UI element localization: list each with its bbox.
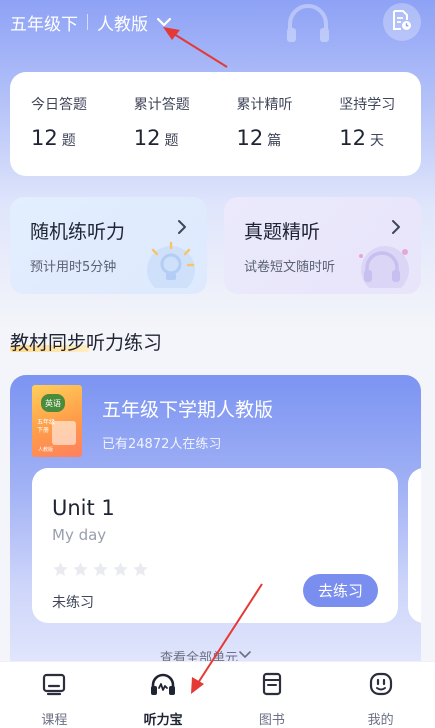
star-icon — [133, 562, 148, 576]
tab-courses[interactable]: 课程 — [0, 662, 109, 728]
stat-value: 12 — [31, 126, 58, 150]
stat-unit: 天 — [369, 133, 384, 149]
stat-value: 12 — [339, 126, 366, 150]
stat-unit: 题 — [61, 133, 76, 149]
tab-label: 我的 — [367, 713, 394, 728]
tab-books[interactable]: 图书 — [218, 662, 327, 728]
stat-label: 累计答题 — [133, 97, 190, 113]
stat-total-listening: 累计精听 12 篇 — [216, 94, 319, 176]
book-cover-shape — [52, 421, 76, 445]
tab-listening[interactable]: 听力宝 — [109, 662, 218, 728]
unit-card[interactable]: Unit 1 My day 未练习 去练习 — [32, 468, 398, 623]
unit-subtitle: My day — [52, 526, 107, 544]
course-learner-count: 已有24872人在练习 — [102, 437, 222, 452]
real-exam-listening-card[interactable]: 真题精听 试卷短文随时听 — [224, 197, 421, 294]
start-practice-button[interactable]: 去练习 — [303, 574, 378, 607]
star-icon — [113, 562, 128, 576]
section-title: 教材同步听力练习 — [10, 332, 163, 354]
unit-status: 未练习 — [52, 595, 94, 611]
star-icon — [73, 562, 88, 576]
tab-me[interactable]: 我的 — [326, 662, 435, 728]
tab-label: 课程 — [41, 713, 68, 728]
course-title: 五年级下学期人教版 — [102, 399, 274, 421]
stat-value: 12 — [236, 126, 264, 150]
lightbulb-icon — [137, 238, 199, 294]
headphones-icon — [351, 238, 413, 294]
stat-label: 累计精听 — [236, 97, 293, 113]
stat-unit: 篇 — [267, 133, 282, 149]
bottom-tab-bar: 课程 听力宝 图书 我的 — [0, 661, 435, 728]
random-practice-card[interactable]: 随机练听力 预计用时5分钟 — [10, 197, 207, 294]
star-icon — [53, 562, 68, 576]
stat-study-days: 坚持学习 12 天 — [318, 94, 421, 176]
top-bar: 五年级下 人教版 — [0, 0, 435, 44]
stat-value: 12 — [133, 126, 161, 150]
stat-total-answers: 累计答题 12 题 — [113, 94, 216, 176]
book-publisher: 人教版 — [38, 447, 54, 453]
grade-selector[interactable]: 五年级下 — [10, 10, 78, 35]
stat-label: 今日答题 — [31, 97, 87, 113]
star-rating — [52, 561, 149, 578]
stat-today-answers: 今日答题 12 题 — [10, 94, 113, 176]
tab-label: 听力宝 — [143, 713, 183, 728]
edition-selector[interactable]: 人教版 — [97, 10, 148, 35]
next-unit-card[interactable] — [408, 468, 421, 623]
stat-label: 坚持学习 — [339, 97, 396, 113]
textbook-cover[interactable]: 英语 五年级 下册 人教版 — [32, 385, 82, 457]
book-badge: 英语 — [41, 394, 65, 412]
header-divider — [87, 14, 88, 30]
chevron-right-icon — [177, 219, 187, 239]
textbook-course-panel: 英语 五年级 下册 人教版 五年级下学期人教版 已有24872人在练习 Unit… — [10, 375, 421, 675]
monitor-icon — [41, 671, 67, 701]
stat-unit: 题 — [164, 133, 179, 149]
document-clock-button[interactable] — [383, 3, 421, 41]
chevron-down-icon[interactable] — [156, 16, 172, 28]
unit-title: Unit 1 — [52, 496, 115, 520]
document-clock-icon — [392, 9, 412, 35]
section-heading: 教材同步听力练习 — [10, 328, 162, 355]
face-icon — [368, 671, 394, 701]
chevron-right-icon — [391, 219, 401, 239]
tab-label: 图书 — [258, 713, 285, 728]
stats-card: 今日答题 12 题 累计答题 12 题 累计精听 12 篇 坚持学习 12 天 — [10, 72, 421, 176]
book-icon — [259, 671, 285, 701]
star-icon — [93, 562, 108, 576]
headphones-icon — [149, 671, 177, 701]
